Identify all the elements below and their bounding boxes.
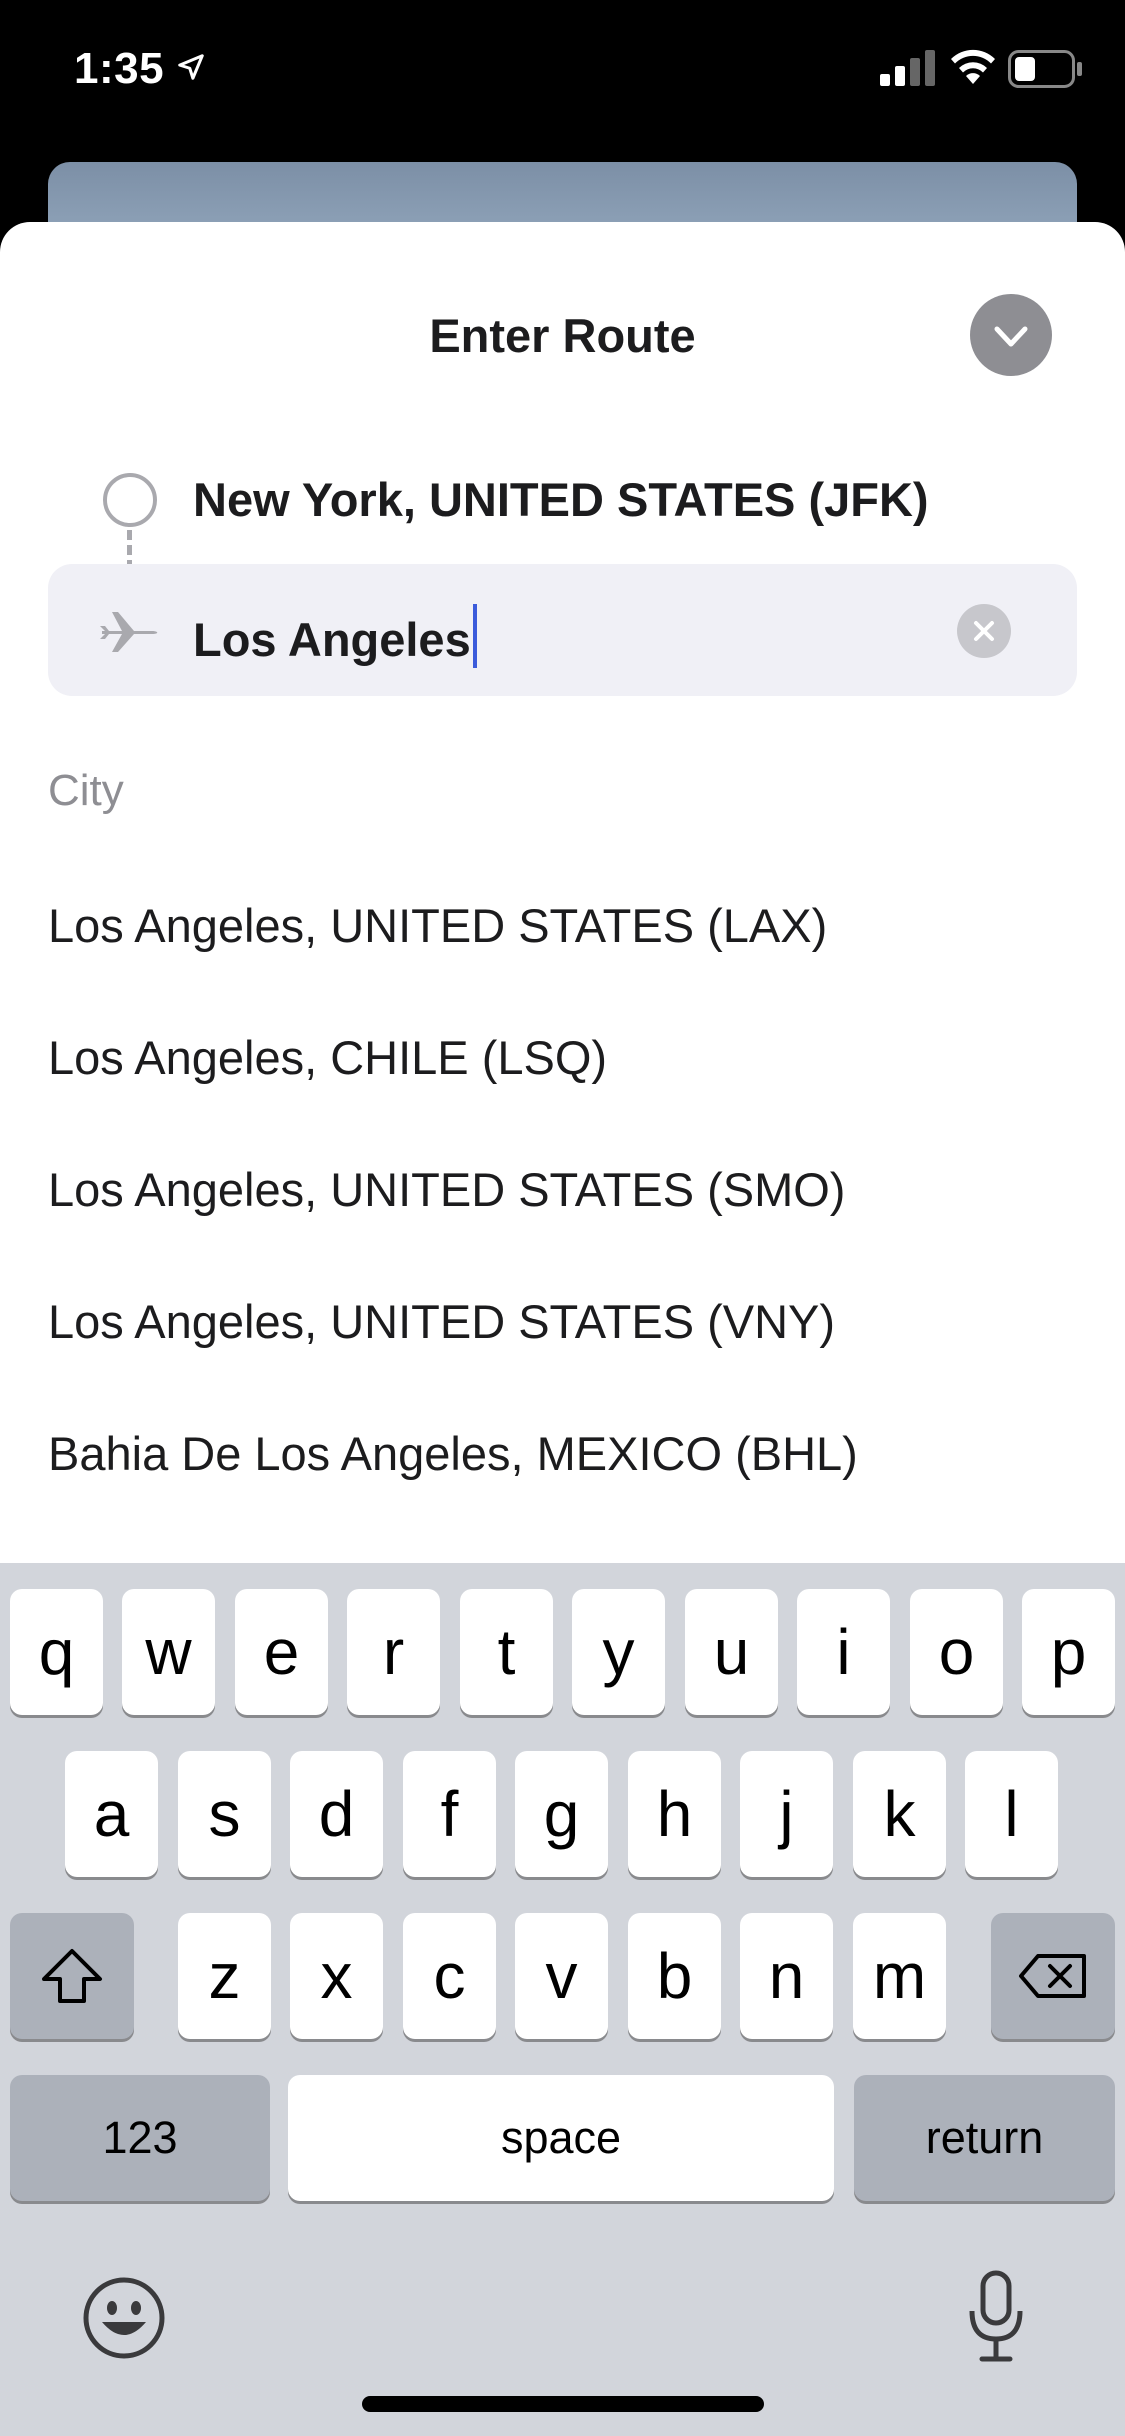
origin-field[interactable]: New York, UNITED STATES (JFK) (193, 472, 929, 527)
keyboard: q w e r t y u i o p a s d f g h j k l z … (0, 1563, 1125, 2436)
status-time: 1:35 (74, 44, 165, 93)
battery-icon (1008, 50, 1082, 88)
key-j[interactable]: j (740, 1751, 833, 1877)
key-v[interactable]: v (515, 1913, 608, 2039)
result-item[interactable]: Los Angeles, UNITED STATES (VNY) (48, 1294, 835, 1349)
space-key[interactable]: space (288, 2075, 834, 2201)
result-item[interactable]: Los Angeles, UNITED STATES (SMO) (48, 1162, 845, 1217)
key-o[interactable]: o (910, 1589, 1003, 1715)
result-item[interactable]: Bahia De Los Angeles, MEXICO (BHL) (48, 1426, 858, 1481)
key-i[interactable]: i (797, 1589, 890, 1715)
key-k[interactable]: k (853, 1751, 946, 1877)
key-q[interactable]: q (10, 1589, 103, 1715)
key-u[interactable]: u (685, 1589, 778, 1715)
key-f[interactable]: f (403, 1751, 496, 1877)
key-d[interactable]: d (290, 1751, 383, 1877)
key-g[interactable]: g (515, 1751, 608, 1877)
key-l[interactable]: l (965, 1751, 1058, 1877)
cellular-signal-icon (880, 50, 935, 86)
shift-key[interactable] (10, 1913, 134, 2039)
key-h[interactable]: h (628, 1751, 721, 1877)
origin-dot-icon (103, 473, 157, 527)
key-a[interactable]: a (65, 1751, 158, 1877)
key-t[interactable]: t (460, 1589, 553, 1715)
key-x[interactable]: x (290, 1913, 383, 2039)
key-p[interactable]: p (1022, 1589, 1115, 1715)
status-bar: 1:35 (0, 0, 1125, 150)
key-s[interactable]: s (178, 1751, 271, 1877)
key-y[interactable]: y (572, 1589, 665, 1715)
clear-icon (974, 621, 994, 641)
location-arrow-icon (178, 54, 204, 80)
wifi-icon (951, 49, 995, 84)
text-caret (472, 604, 477, 668)
emoji-icon (83, 2277, 165, 2359)
key-n[interactable]: n (740, 1913, 833, 2039)
result-item[interactable]: Los Angeles, CHILE (LSQ) (48, 1030, 607, 1085)
key-z[interactable]: z (178, 1913, 271, 2039)
shift-icon (42, 1949, 102, 2003)
destination-input[interactable]: Los Angeles (193, 604, 477, 668)
sheet-title: Enter Route (429, 309, 696, 362)
collapse-button[interactable] (970, 294, 1052, 376)
dictation-button[interactable] (966, 2269, 1026, 2365)
clear-button[interactable] (957, 604, 1011, 658)
emoji-button[interactable] (82, 2276, 166, 2360)
home-indicator[interactable] (362, 2396, 764, 2412)
section-label-city: City (48, 766, 124, 815)
result-item[interactable]: Los Angeles, UNITED STATES (LAX) (48, 898, 827, 953)
return-key[interactable]: return (854, 2075, 1115, 2201)
key-c[interactable]: c (403, 1913, 496, 2039)
microphone-icon (969, 2270, 1023, 2362)
key-e[interactable]: e (235, 1589, 328, 1715)
chevron-down-icon (994, 326, 1028, 347)
key-w[interactable]: w (122, 1589, 215, 1715)
backspace-icon (1019, 1954, 1086, 1998)
airplane-icon (100, 612, 158, 652)
delete-key[interactable] (991, 1913, 1115, 2039)
key-r[interactable]: r (347, 1589, 440, 1715)
key-b[interactable]: b (628, 1913, 721, 2039)
numbers-key[interactable]: 123 (10, 2075, 270, 2201)
destination-value: Los Angeles (193, 613, 471, 666)
key-m[interactable]: m (853, 1913, 946, 2039)
